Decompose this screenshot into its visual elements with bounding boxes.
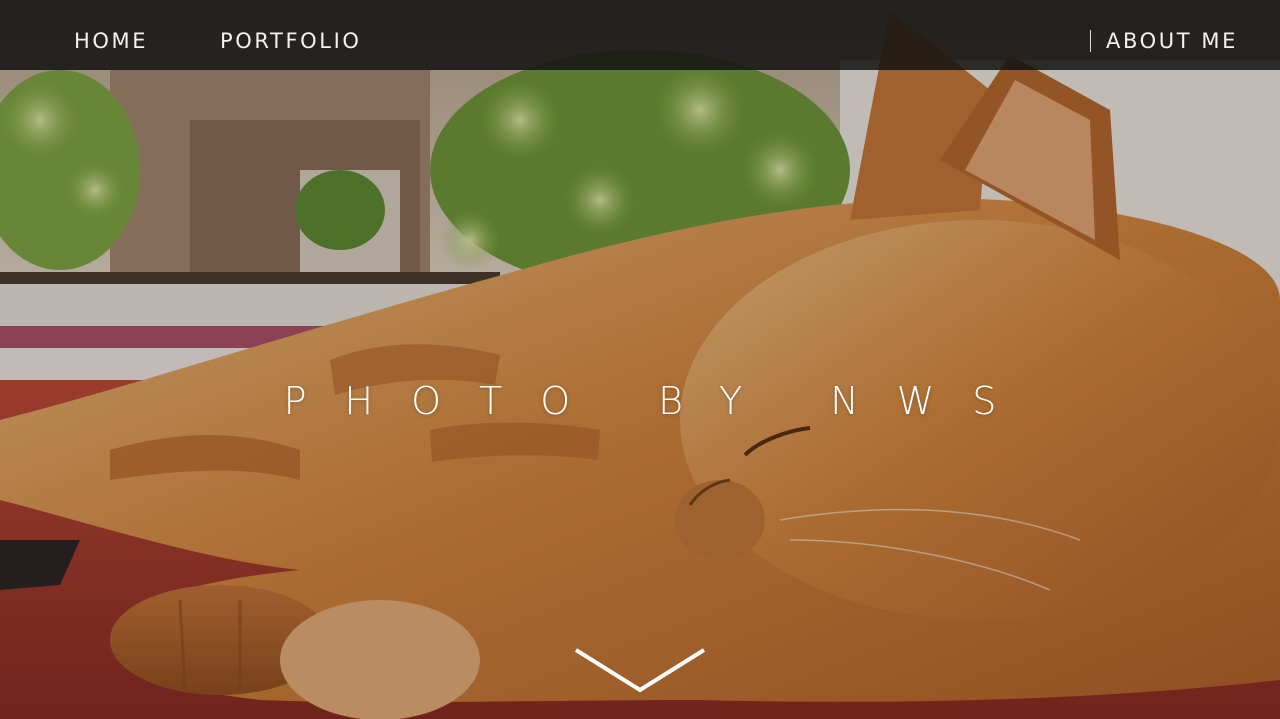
scroll-down-button[interactable] xyxy=(572,640,708,700)
chevron-down-icon xyxy=(574,648,706,693)
nav-link-home[interactable]: HOME xyxy=(74,26,148,56)
nav-link-about-me[interactable]: ABOUT ME xyxy=(1106,26,1238,56)
top-navigation-bar: HOME PORTFOLIO ABOUT ME xyxy=(0,0,1280,70)
nav-divider xyxy=(1090,30,1091,52)
hero-section: HOME PORTFOLIO ABOUT ME PHOTO BY NWS xyxy=(0,0,1280,719)
hero-title: PHOTO BY NWS xyxy=(283,379,1035,423)
photo-overlay xyxy=(0,0,1280,719)
nav-link-portfolio[interactable]: PORTFOLIO xyxy=(220,26,362,56)
